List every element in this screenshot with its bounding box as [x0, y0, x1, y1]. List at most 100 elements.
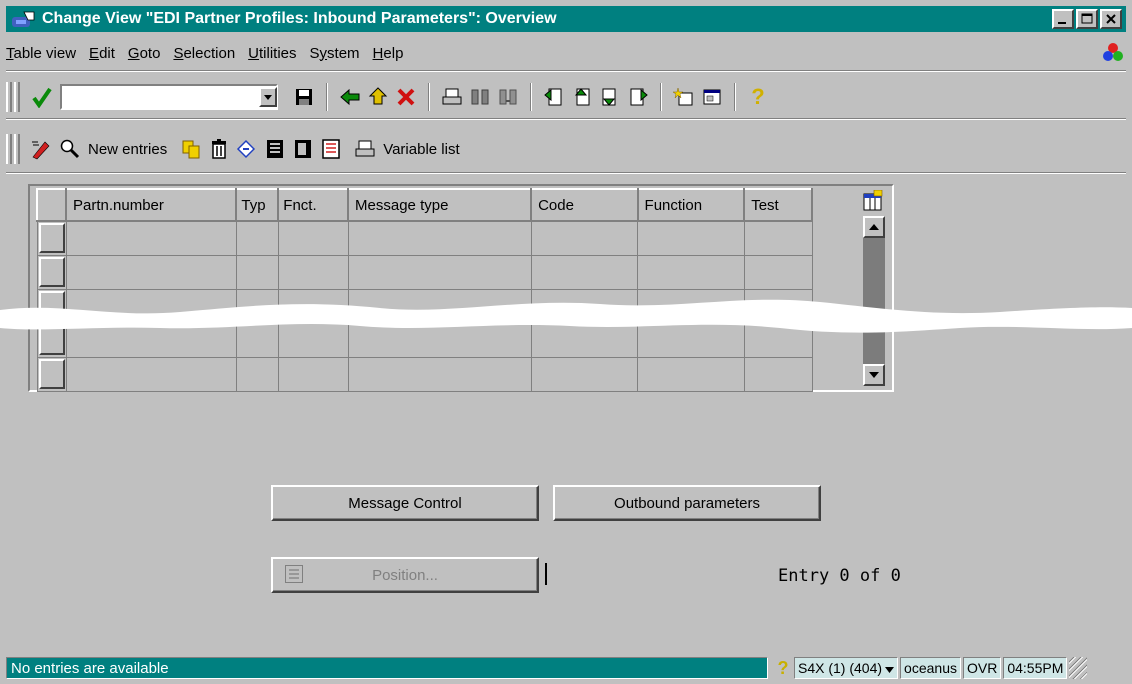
- table-cell[interactable]: [530, 254, 639, 290]
- row-selector-button[interactable]: [38, 257, 65, 287]
- menu-bar: Table view Edit Goto Selection Utilities…: [6, 40, 416, 66]
- table-row: [36, 220, 813, 256]
- table-cell[interactable]: [637, 220, 745, 256]
- display-change-icon[interactable]: [28, 135, 56, 163]
- row-selector-cell: [36, 356, 67, 392]
- torn-edge-overlay: [0, 299, 1132, 333]
- table-cell[interactable]: [637, 254, 745, 290]
- undo-change-icon[interactable]: [233, 135, 261, 163]
- menu-system[interactable]: System: [310, 45, 360, 62]
- menu-goto[interactable]: Goto: [128, 45, 161, 62]
- first-page-icon[interactable]: [540, 83, 568, 111]
- row-selector-button[interactable]: [38, 359, 65, 389]
- menu-selection[interactable]: Selection: [173, 45, 235, 62]
- table-cell[interactable]: [743, 356, 813, 392]
- back-icon[interactable]: [336, 83, 364, 111]
- previous-page-icon[interactable]: [568, 83, 596, 111]
- find-next-icon[interactable]: [494, 83, 522, 111]
- magnifier-icon[interactable]: [56, 135, 84, 163]
- toolbar-grip[interactable]: [6, 134, 12, 164]
- exit-icon[interactable]: [364, 83, 392, 111]
- row-selector-button[interactable]: [38, 223, 65, 254]
- enter-check-icon[interactable]: [28, 83, 56, 111]
- table-cell[interactable]: [530, 356, 639, 392]
- column-header[interactable]: Typ: [235, 188, 280, 222]
- table-cell[interactable]: [235, 356, 279, 392]
- status-message[interactable]: No entries are available: [6, 657, 768, 679]
- table-cell[interactable]: [65, 254, 237, 290]
- button-label: Position...: [372, 566, 438, 584]
- outbound-parameters-button[interactable]: Outbound parameters: [553, 485, 821, 521]
- table-cell[interactable]: [347, 356, 532, 392]
- table-cell[interactable]: [347, 254, 532, 290]
- column-header[interactable]: Code: [530, 188, 639, 222]
- scroll-up-button[interactable]: [863, 216, 885, 238]
- select-block-icon[interactable]: [289, 135, 317, 163]
- resize-grip[interactable]: [1069, 657, 1088, 679]
- new-entries-button[interactable]: New entries: [88, 141, 167, 158]
- create-session-icon[interactable]: [670, 83, 698, 111]
- table-cell[interactable]: [743, 254, 813, 290]
- command-field[interactable]: [60, 84, 278, 110]
- command-dropdown-button[interactable]: [259, 87, 277, 107]
- select-all-column-header[interactable]: [36, 188, 67, 222]
- table-cell[interactable]: [65, 220, 237, 256]
- column-header[interactable]: Partn.number: [64, 188, 238, 222]
- variable-list-button[interactable]: Variable list: [383, 141, 459, 158]
- table-row: [36, 356, 813, 392]
- message-control-button[interactable]: Message Control: [271, 485, 539, 521]
- table-cell[interactable]: [277, 254, 349, 290]
- save-icon[interactable]: [290, 83, 318, 111]
- table-settings-icon[interactable]: [862, 189, 884, 212]
- table-cell[interactable]: [235, 220, 279, 256]
- minimize-button[interactable]: [1052, 9, 1074, 29]
- help-icon[interactable]: ?: [774, 657, 792, 679]
- table-cell[interactable]: [277, 356, 349, 392]
- table-cell[interactable]: [277, 220, 349, 256]
- time-field: 04:55PM: [1003, 657, 1068, 679]
- deselect-all-icon[interactable]: [317, 135, 345, 163]
- delete-icon[interactable]: [205, 135, 233, 163]
- close-icon: [1102, 11, 1120, 27]
- menu-table-view[interactable]: Table view: [6, 45, 76, 62]
- window-title: Change View "EDI Partner Profiles: Inbou…: [42, 10, 557, 27]
- insert-mode-field[interactable]: OVR: [962, 657, 1002, 679]
- help-icon[interactable]: ?: [744, 83, 772, 111]
- arrow-up-icon: [869, 222, 879, 233]
- scroll-down-button[interactable]: [863, 364, 885, 386]
- system-info-text: S4X (1) (404): [798, 660, 883, 676]
- menu-utilities[interactable]: Utilities: [248, 45, 296, 62]
- system-info-field[interactable]: S4X (1) (404): [794, 657, 899, 679]
- table-cell[interactable]: [347, 220, 532, 256]
- column-header[interactable]: Message type: [347, 188, 533, 222]
- separator: [660, 83, 662, 111]
- column-header[interactable]: Fnct.: [277, 188, 350, 222]
- separator: [428, 83, 430, 111]
- select-all-icon[interactable]: [261, 135, 289, 163]
- column-header[interactable]: Function: [636, 188, 746, 222]
- print-icon[interactable]: [438, 83, 466, 111]
- table-cell[interactable]: [743, 220, 813, 256]
- table-cell[interactable]: [530, 220, 639, 256]
- table-cell[interactable]: [235, 254, 279, 290]
- last-page-icon[interactable]: [624, 83, 652, 111]
- next-page-icon[interactable]: [596, 83, 624, 111]
- shortcut-icon[interactable]: [698, 83, 726, 111]
- close-button[interactable]: [1100, 9, 1122, 29]
- table-cell[interactable]: [637, 356, 745, 392]
- sap-window: Change View "EDI Partner Profiles: Inbou…: [0, 0, 1132, 684]
- find-icon[interactable]: [466, 83, 494, 111]
- window-controls: [1050, 9, 1122, 29]
- separator: [6, 172, 1126, 174]
- menu-edit[interactable]: Edit: [89, 45, 115, 62]
- column-header[interactable]: Test: [743, 188, 813, 222]
- toolbar-grip[interactable]: [6, 82, 12, 112]
- table-cell[interactable]: [65, 356, 237, 392]
- menu-help[interactable]: Help: [373, 45, 404, 62]
- cancel-icon[interactable]: [392, 83, 420, 111]
- maximize-button[interactable]: [1076, 9, 1098, 29]
- position-button[interactable]: Position...: [271, 557, 539, 593]
- sap-app-icon[interactable]: [10, 8, 38, 30]
- copy-icon[interactable]: [177, 135, 205, 163]
- print-icon[interactable]: [351, 135, 379, 163]
